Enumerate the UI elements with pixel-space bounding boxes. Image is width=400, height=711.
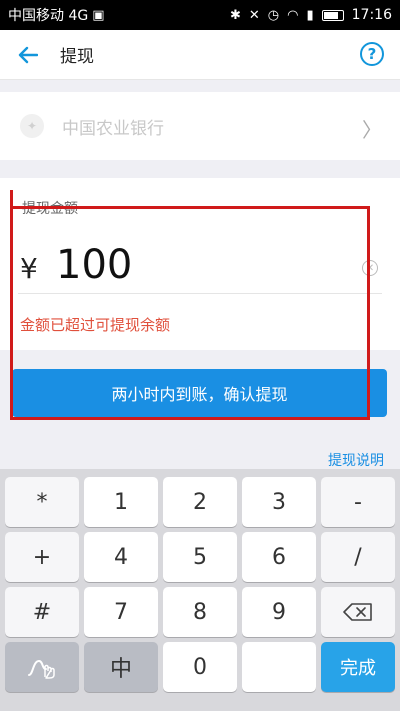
sim-icon: ▣ <box>92 7 105 23</box>
key-1[interactable]: 1 <box>84 477 158 527</box>
page-title: 提现 <box>60 47 94 67</box>
mute-icon: ✕ <box>248 7 260 23</box>
key-row-4: 中 0 完成 <box>5 642 395 692</box>
key-9[interactable]: 9 <box>242 587 316 637</box>
key-minus[interactable]: - <box>321 477 395 527</box>
alarm-icon: ◷ <box>267 7 280 23</box>
key-asterisk[interactable]: * <box>5 477 79 527</box>
withdraw-help-link[interactable]: 提现说明 <box>328 450 384 470</box>
key-8[interactable]: 8 <box>163 587 237 637</box>
amount-card: 提现金额 ¥ 100 ✕ 金额已超过可提现余额 <box>0 178 400 350</box>
amount-divider <box>18 293 382 294</box>
amount-input[interactable]: 100 <box>56 242 132 288</box>
bluetooth-icon: ✱ <box>229 7 241 23</box>
clear-icon[interactable]: ✕ <box>362 260 378 276</box>
error-message: 金额已超过可提现余额 <box>20 316 171 334</box>
gesture-key[interactable] <box>5 642 79 692</box>
key-chinese-mode[interactable]: 中 <box>84 642 158 692</box>
key-6[interactable]: 6 <box>242 532 316 582</box>
arrow-left-glyph <box>18 46 38 63</box>
key-3[interactable]: 3 <box>242 477 316 527</box>
battery-icon <box>321 9 344 21</box>
signal-icon: ▮ <box>306 7 314 23</box>
key-7[interactable]: 7 <box>84 587 158 637</box>
status-time: 17:16 <box>351 7 392 23</box>
bank-logo-icon: ✦ <box>20 114 44 138</box>
done-button[interactable]: 完成 <box>321 642 395 692</box>
amount-label: 提现金额 <box>22 201 78 217</box>
hand-gesture-icon <box>27 655 57 679</box>
confirm-withdraw-button[interactable]: 两小时内到账，确认提现 <box>12 369 387 417</box>
bank-card-row[interactable]: ✦ 中国农业银行 〉 <box>0 92 400 160</box>
key-plus[interactable]: + <box>5 532 79 582</box>
carrier-text: 中国移动 4G <box>8 8 89 24</box>
key-space[interactable] <box>242 642 316 692</box>
annotation-mark <box>10 190 13 210</box>
status-bar: 中国移动 4G ▣ ✱ ✕ ◷ ◠ ▮ 17:16 <box>0 0 400 30</box>
numeric-keyboard: * 1 2 3 - + 4 5 6 / # 7 8 9 中 0 完成 <box>0 469 400 711</box>
arrow-left-icon[interactable] <box>6 30 50 80</box>
backspace-icon <box>343 603 373 621</box>
key-0[interactable]: 0 <box>163 642 237 692</box>
key-row-2: + 4 5 6 / <box>5 532 395 582</box>
question-circle-icon[interactable]: ? <box>360 42 384 66</box>
key-slash[interactable]: / <box>321 532 395 582</box>
currency-symbol: ¥ <box>20 252 38 285</box>
key-2[interactable]: 2 <box>163 477 237 527</box>
key-row-3: # 7 8 9 <box>5 587 395 637</box>
bank-name: 中国农业银行 <box>62 118 164 139</box>
key-5[interactable]: 5 <box>163 532 237 582</box>
title-bar: 提现 ? <box>0 30 400 80</box>
wifi-icon: ◠ <box>287 7 299 23</box>
backspace-key[interactable] <box>321 587 395 637</box>
key-row-1: * 1 2 3 - <box>5 477 395 527</box>
key-hash[interactable]: # <box>5 587 79 637</box>
status-left: 中国移动 4G ▣ <box>8 5 105 25</box>
key-4[interactable]: 4 <box>84 532 158 582</box>
chevron-right-icon: 〉 <box>362 118 382 142</box>
status-right: ✱ ✕ ◷ ◠ ▮ 17:16 <box>230 7 392 23</box>
